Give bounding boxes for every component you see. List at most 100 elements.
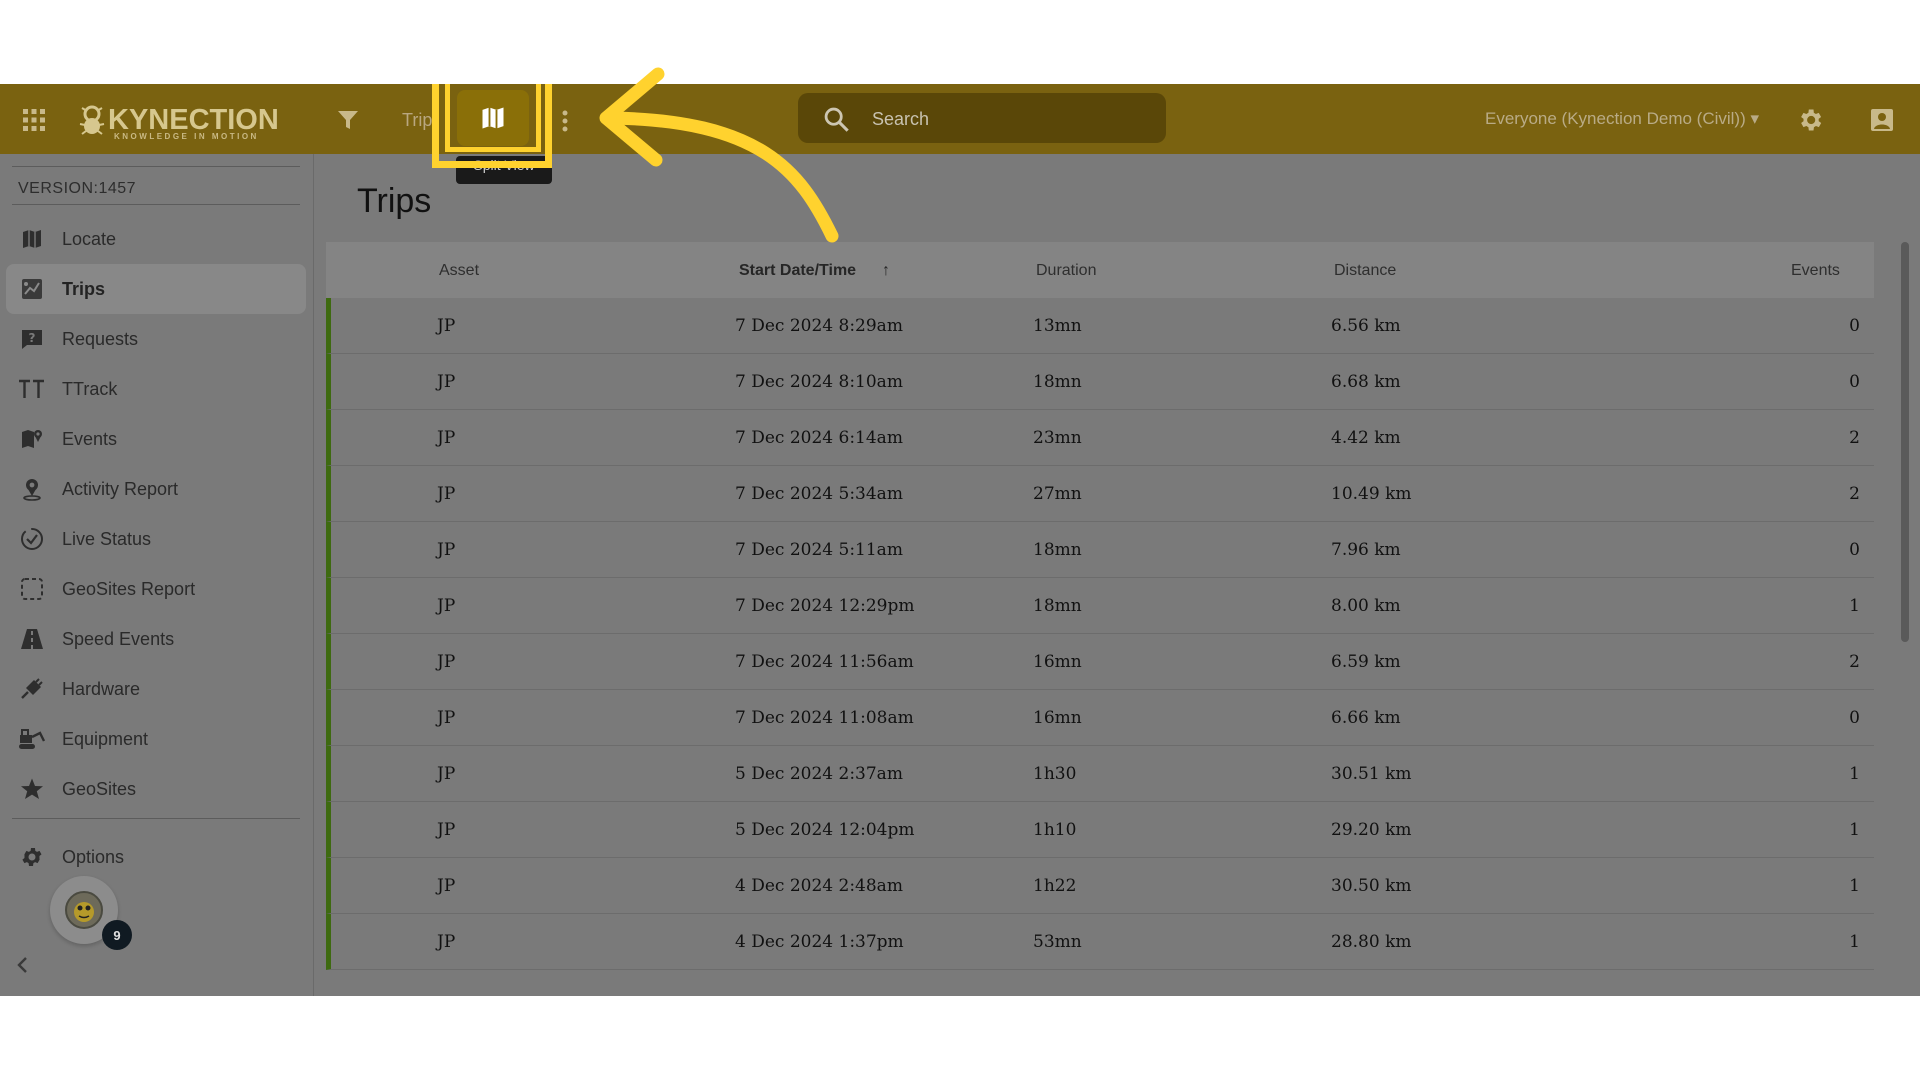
table-row[interactable]: JP 7 Dec 2024 8:10am 18mn 6.68 km 0 bbox=[326, 354, 1874, 410]
more-vert-icon[interactable] bbox=[561, 110, 569, 132]
cell-asset: JP bbox=[437, 820, 456, 840]
breadcrumb[interactable]: Trip bbox=[402, 110, 432, 131]
sidebar-item-label: Hardware bbox=[62, 678, 141, 699]
sidebar-item-geosites[interactable]: GeoSites bbox=[6, 764, 306, 814]
cell-events: 0 bbox=[1849, 372, 1860, 392]
scrollbar[interactable] bbox=[1901, 242, 1909, 642]
cell-distance: 10.49 km bbox=[1331, 484, 1412, 504]
cell-duration: 18mn bbox=[1033, 372, 1082, 392]
table-row[interactable]: JP 4 Dec 2024 1:37pm 53mn 28.80 km 1 bbox=[326, 914, 1874, 970]
cell-start-datetime: 7 Dec 2024 12:29pm bbox=[735, 596, 915, 616]
sidebar-item-live-status[interactable]: Live Status bbox=[6, 514, 306, 564]
cell-start-datetime: 4 Dec 2024 2:48am bbox=[735, 876, 903, 896]
column-header-events[interactable]: Events bbox=[1791, 262, 1840, 280]
cell-asset: JP bbox=[437, 708, 456, 728]
table-row[interactable]: JP 7 Dec 2024 5:34am 27mn 10.49 km 2 bbox=[326, 466, 1874, 522]
sort-arrow-icon[interactable]: ↑ bbox=[882, 262, 890, 280]
sidebar-item-trips[interactable]: Trips bbox=[6, 264, 306, 314]
cell-duration: 13mn bbox=[1033, 316, 1082, 336]
cell-distance: 6.68 km bbox=[1331, 372, 1401, 392]
table-row[interactable]: JP 5 Dec 2024 2:37am 1h30 30.51 km 1 bbox=[326, 746, 1874, 802]
logo-bug-icon bbox=[79, 105, 105, 135]
version-label: VERSION:1457 bbox=[18, 180, 137, 197]
sidebar-item-speed-events[interactable]: Speed Events bbox=[6, 614, 306, 664]
filter-icon[interactable] bbox=[336, 108, 360, 132]
cell-distance: 4.42 km bbox=[1331, 428, 1401, 448]
cell-asset: JP bbox=[437, 596, 456, 616]
cell-start-datetime: 7 Dec 2024 8:10am bbox=[735, 372, 903, 392]
sidebar-item-label: Activity Report bbox=[62, 478, 179, 499]
table-row[interactable]: JP 7 Dec 2024 5:11am 18mn 7.96 km 0 bbox=[326, 522, 1874, 578]
cell-distance: 30.50 km bbox=[1331, 876, 1412, 896]
cell-asset: JP bbox=[437, 876, 456, 896]
cell-events: 2 bbox=[1849, 484, 1860, 504]
sidebar-item-label: Equipment bbox=[62, 728, 149, 749]
sidebar-item-geosites-report[interactable]: GeoSites Report bbox=[6, 564, 306, 614]
cell-duration: 18mn bbox=[1033, 596, 1082, 616]
sidebar-item-equipment[interactable]: Equipment bbox=[6, 714, 306, 764]
cell-asset: JP bbox=[437, 316, 456, 336]
column-header-distance[interactable]: Distance bbox=[1334, 262, 1396, 280]
table-row[interactable]: JP 5 Dec 2024 12:04pm 1h10 29.20 km 1 bbox=[326, 802, 1874, 858]
svg-text:?: ? bbox=[29, 331, 36, 345]
question-chat-icon: ? bbox=[18, 325, 46, 353]
bug-mascot-icon bbox=[65, 891, 103, 929]
logo-tagline: KNOWLEDGE IN MOTION bbox=[114, 132, 259, 141]
sidebar-item-label: Events bbox=[62, 428, 118, 449]
sidebar-item-events[interactable]: Events bbox=[6, 414, 306, 464]
sidebar-item-locate[interactable]: Locate bbox=[6, 214, 306, 264]
settings-gear-icon[interactable] bbox=[1796, 106, 1824, 134]
road-icon bbox=[18, 625, 46, 653]
sidebar-item-activity-report[interactable]: Activity Report bbox=[6, 464, 306, 514]
cell-duration: 18mn bbox=[1033, 540, 1082, 560]
search-box[interactable] bbox=[798, 93, 1166, 145]
kynection-logo[interactable]: KYNECTION KNOWLEDGE IN MOTION bbox=[76, 100, 279, 141]
sidebar-nav: Locate Trips ? Requests TTrack Events Ac… bbox=[6, 214, 306, 814]
column-header-start[interactable]: Start Date/Time bbox=[739, 262, 856, 280]
search-input[interactable] bbox=[870, 93, 1154, 145]
table-row[interactable]: JP 7 Dec 2024 8:29am 13mn 6.56 km 0 bbox=[326, 298, 1874, 354]
table-body: JP 7 Dec 2024 8:29am 13mn 6.56 km 0 JP 7 Dec 2… bbox=[326, 298, 1874, 970]
cell-asset: JP bbox=[437, 764, 456, 784]
column-header-asset[interactable]: Asset bbox=[439, 262, 479, 280]
cell-distance: 6.56 km bbox=[1331, 316, 1401, 336]
cell-events: 0 bbox=[1849, 540, 1860, 560]
apps-grid-icon[interactable] bbox=[22, 108, 46, 132]
cell-distance: 29.20 km bbox=[1331, 820, 1412, 840]
app-window: KYNECTION KNOWLEDGE IN MOTION Trip Split… bbox=[0, 84, 1920, 996]
cell-distance: 30.51 km bbox=[1331, 764, 1412, 784]
cell-distance: 6.59 km bbox=[1331, 652, 1401, 672]
sidebar-item-hardware[interactable]: Hardware bbox=[6, 664, 306, 714]
sidebar-item-requests[interactable]: ? Requests bbox=[6, 314, 306, 364]
scope-selector[interactable]: Everyone (Kynection Demo (Civil)) ▾ bbox=[1485, 109, 1759, 129]
sidebar-item-options[interactable]: Options bbox=[6, 832, 306, 882]
table-row[interactable]: JP 7 Dec 2024 6:14am 23mn 4.42 km 2 bbox=[326, 410, 1874, 466]
chevron-left-icon[interactable] bbox=[14, 954, 32, 976]
sidebar-item-ttrack[interactable]: TTrack bbox=[6, 364, 306, 414]
cell-events: 2 bbox=[1849, 652, 1860, 672]
cell-asset: JP bbox=[437, 428, 456, 448]
map-icon bbox=[18, 225, 46, 253]
cell-start-datetime: 4 Dec 2024 1:37pm bbox=[735, 932, 904, 952]
table-row[interactable]: JP 7 Dec 2024 11:56am 16mn 6.59 km 2 bbox=[326, 634, 1874, 690]
sidebar-item-label: Locate bbox=[62, 228, 117, 249]
column-header-duration[interactable]: Duration bbox=[1036, 262, 1096, 280]
cell-distance: 6.66 km bbox=[1331, 708, 1401, 728]
dashed-square-icon bbox=[18, 575, 46, 603]
excavator-icon bbox=[18, 725, 46, 753]
cell-start-datetime: 7 Dec 2024 11:56am bbox=[735, 652, 914, 672]
plug-icon bbox=[18, 675, 46, 703]
table-row[interactable]: JP 7 Dec 2024 11:08am 16mn 6.66 km 0 bbox=[326, 690, 1874, 746]
table-row[interactable]: JP 4 Dec 2024 2:48am 1h22 30.50 km 1 bbox=[326, 858, 1874, 914]
cell-distance: 7.96 km bbox=[1331, 540, 1401, 560]
check-circle-icon bbox=[18, 525, 46, 553]
table-row[interactable]: JP 7 Dec 2024 12:29pm 18mn 8.00 km 1 bbox=[326, 578, 1874, 634]
account-icon[interactable] bbox=[1870, 108, 1894, 132]
table-header: Asset Start Date/Time ↑ Duration Distanc… bbox=[326, 242, 1874, 298]
sidebar-item-label: Live Status bbox=[62, 528, 152, 549]
cell-events: 1 bbox=[1849, 876, 1860, 896]
gear-icon bbox=[18, 843, 46, 871]
cell-duration: 16mn bbox=[1033, 708, 1082, 728]
cell-asset: JP bbox=[437, 540, 456, 560]
cell-start-datetime: 5 Dec 2024 12:04pm bbox=[735, 820, 915, 840]
